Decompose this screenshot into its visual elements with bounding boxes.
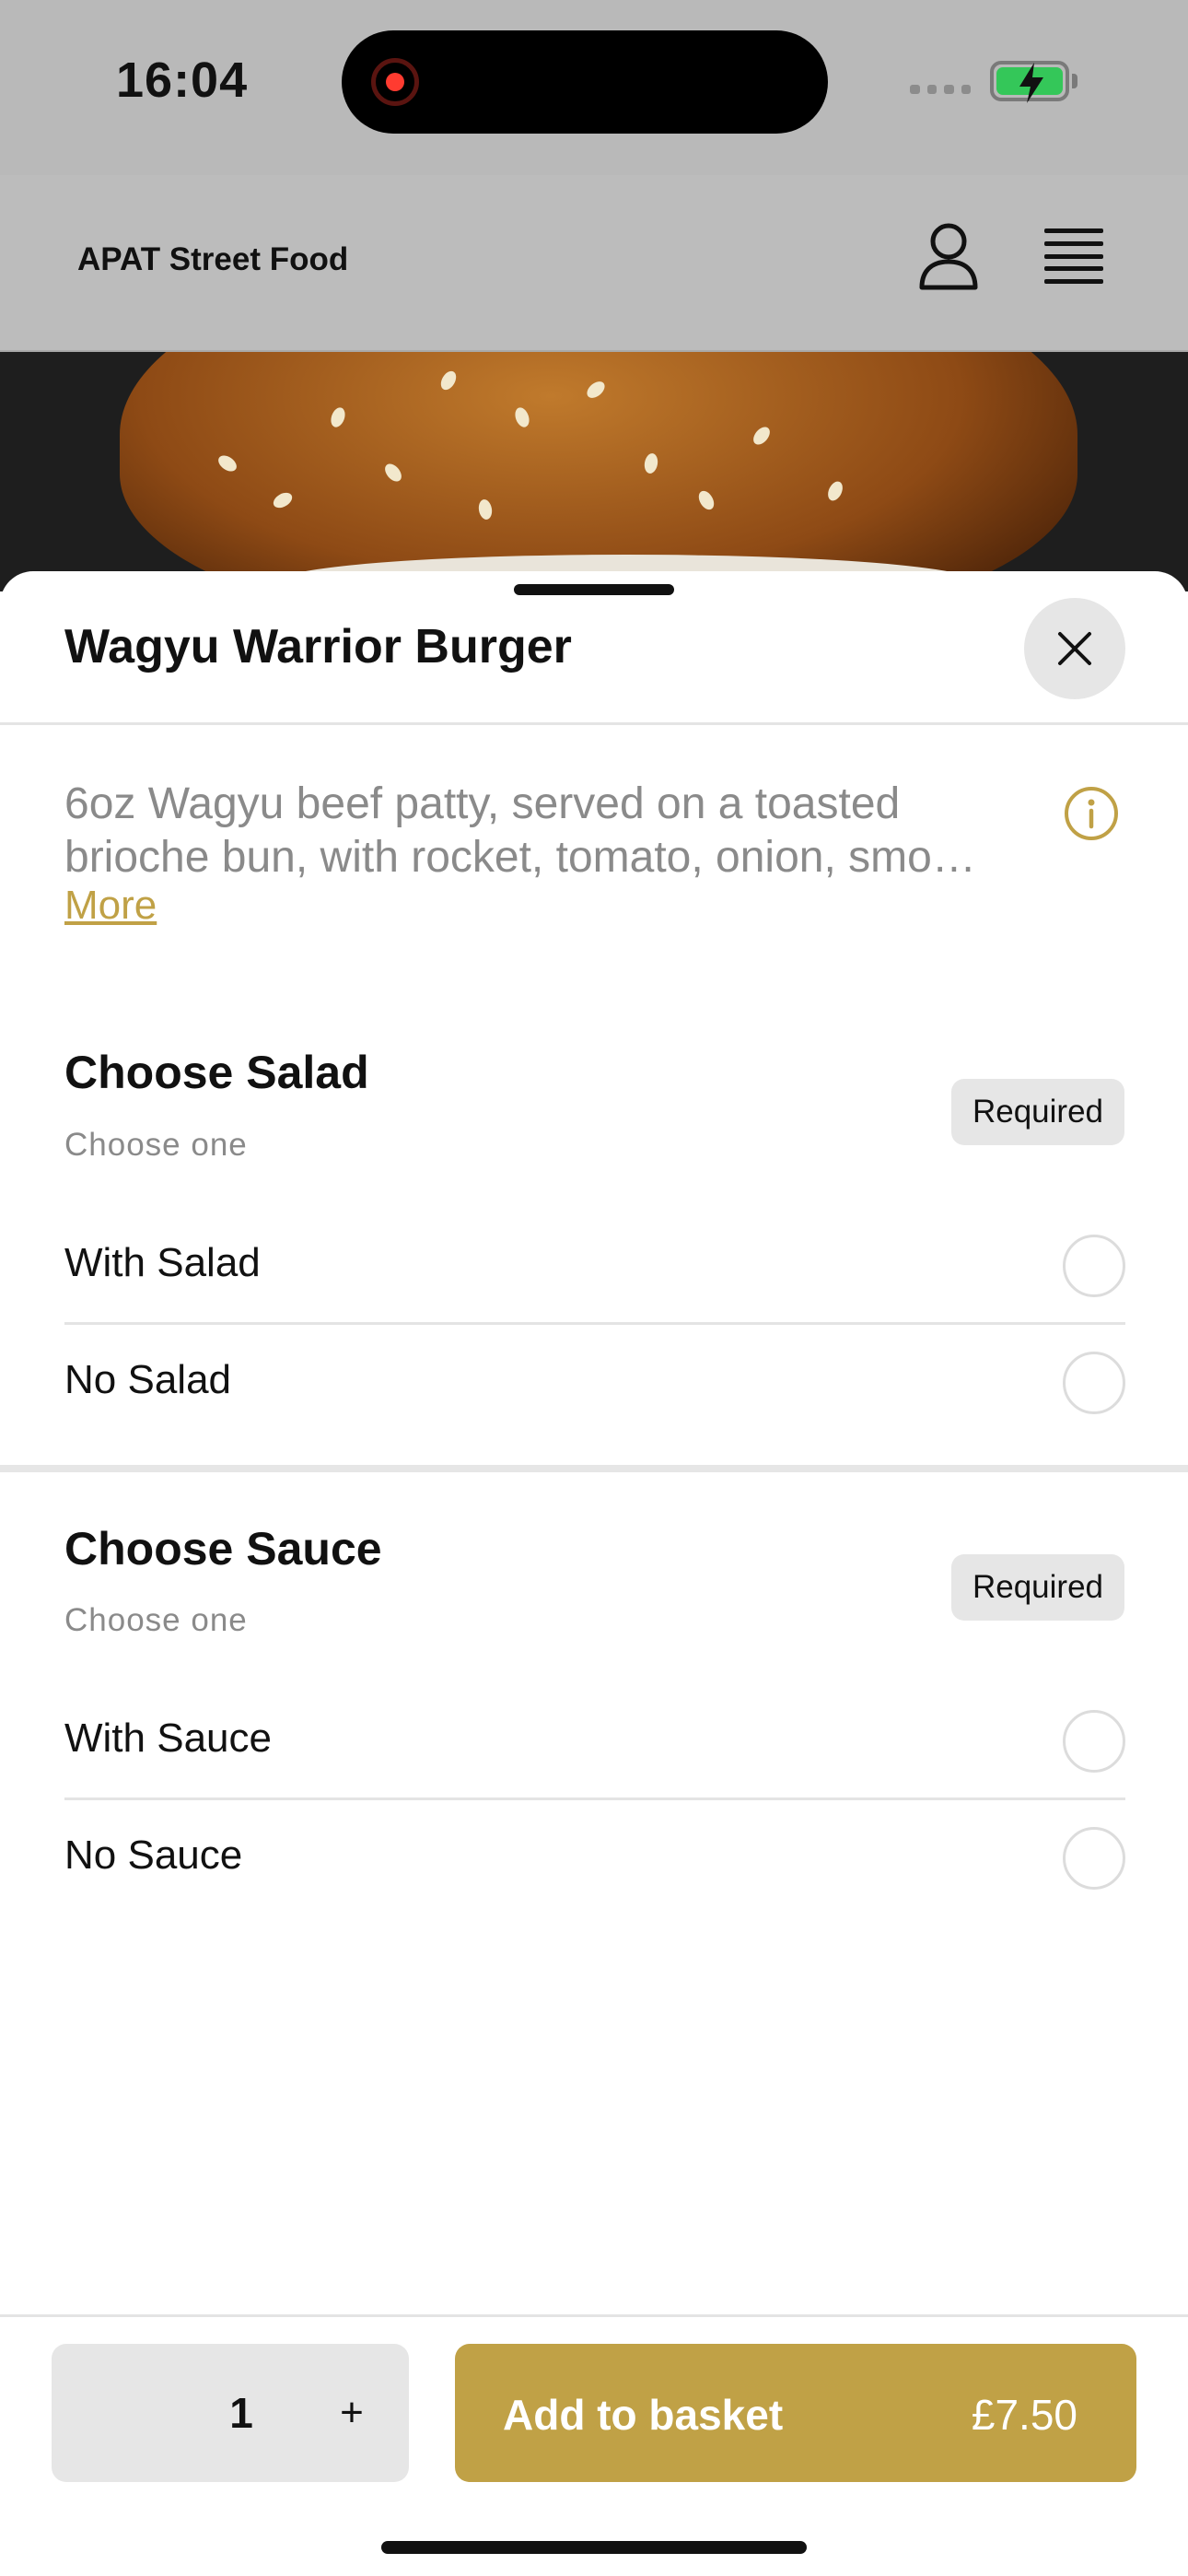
group-title-sauce: Choose Sauce	[64, 1523, 382, 1575]
total-price: £7.50	[971, 2391, 1077, 2439]
group-subtitle-sauce: Choose one	[64, 1602, 248, 1638]
quantity-stepper: 1 +	[52, 2344, 409, 2482]
group-subtitle-salad: Choose one	[64, 1127, 248, 1163]
profile-icon[interactable]	[917, 221, 980, 291]
option-label: No Salad	[64, 1357, 232, 1402]
dynamic-island	[342, 30, 828, 134]
group-title-salad: Choose Salad	[64, 1047, 369, 1098]
description-line: brioche bun, with rocket, tomato, onion,…	[64, 833, 976, 882]
description-line: 6oz Wagyu beef patty, served on a toaste…	[64, 779, 901, 828]
more-link[interactable]: More	[64, 883, 157, 929]
option-with-sauce[interactable]: With Sauce	[64, 1680, 1125, 1797]
radio-button[interactable]	[1063, 1235, 1125, 1297]
charging-bolt-icon	[1019, 63, 1043, 103]
option-label: With Sauce	[64, 1715, 272, 1761]
option-no-salad[interactable]: No Salad	[64, 1322, 1125, 1439]
radio-button[interactable]	[1063, 1710, 1125, 1773]
option-label: No Sauce	[64, 1832, 243, 1878]
recording-icon	[371, 58, 419, 106]
cellular-signal-icon	[910, 85, 971, 94]
info-icon[interactable]	[1063, 785, 1120, 842]
required-badge: Required	[951, 1554, 1124, 1621]
item-title: Wagyu Warrior Burger	[64, 620, 572, 673]
radio-button[interactable]	[1063, 1352, 1125, 1414]
brand-name[interactable]: APAT Street Food	[77, 241, 348, 278]
menu-icon[interactable]	[1044, 228, 1103, 284]
battery-icon	[990, 61, 1069, 103]
option-no-sauce[interactable]: No Sauce	[64, 1797, 1125, 1914]
option-with-salad[interactable]: With Salad	[64, 1205, 1125, 1322]
radio-button[interactable]	[1063, 1827, 1125, 1890]
home-indicator[interactable]	[381, 2541, 807, 2554]
section-divider	[0, 1465, 1188, 1472]
close-icon	[1058, 632, 1091, 665]
item-description: 6oz Wagyu beef patty, served on a toaste…	[64, 778, 1050, 884]
add-to-basket-button[interactable]: Add to basket £7.50	[455, 2344, 1136, 2482]
item-sheet: Wagyu Warrior Burger 6oz Wagyu beef patt…	[0, 571, 1188, 2576]
required-badge: Required	[951, 1079, 1124, 1145]
status-time: 16:04	[116, 53, 249, 108]
footer-divider	[0, 2314, 1188, 2317]
battery-tip	[1072, 74, 1077, 88]
quantity-value: 1	[229, 2389, 253, 2437]
app-header: APAT Street Food	[0, 175, 1188, 352]
divider	[0, 722, 1188, 725]
increase-quantity-button[interactable]: +	[324, 2383, 379, 2443]
status-bar: 16:04	[0, 0, 1188, 175]
option-label: With Salad	[64, 1240, 261, 1285]
burger-photo	[0, 352, 1188, 591]
sheet-grabber[interactable]	[514, 584, 674, 595]
add-to-basket-label: Add to basket	[503, 2391, 784, 2439]
close-button[interactable]	[1024, 598, 1125, 699]
